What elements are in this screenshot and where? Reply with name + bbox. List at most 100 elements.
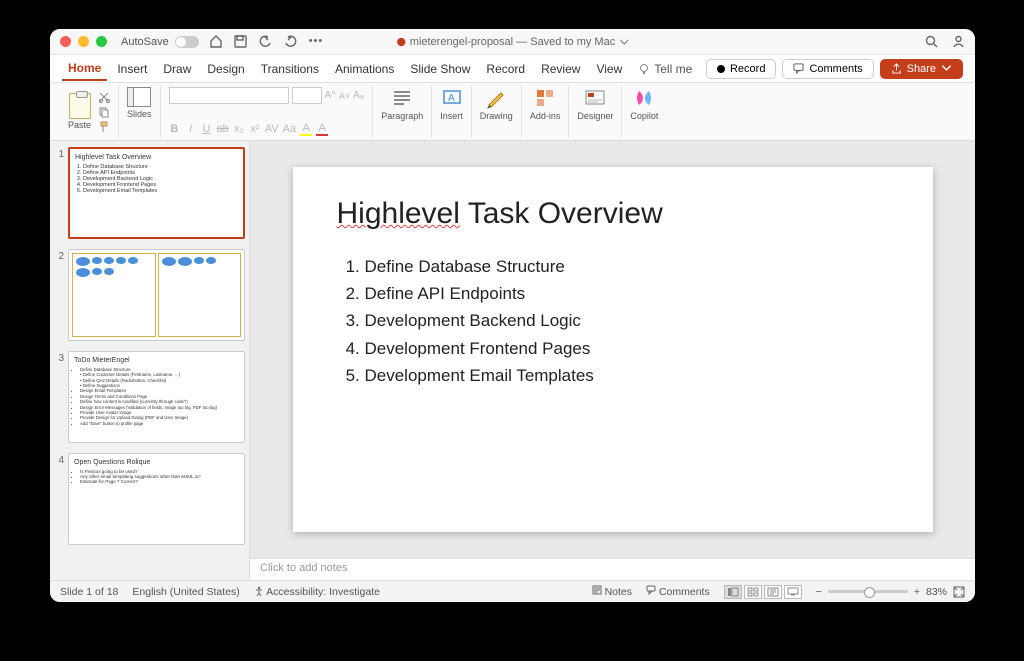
autosave-toggle[interactable]: AutoSave — [121, 36, 199, 48]
reading-view-button[interactable] — [764, 585, 782, 599]
account-icon[interactable] — [952, 35, 965, 48]
tab-slideshow[interactable]: Slide Show — [404, 58, 476, 80]
subscript-button[interactable]: x₂ — [233, 123, 245, 135]
sorter-view-button[interactable] — [744, 585, 762, 599]
paragraph-button[interactable]: Paragraph — [381, 87, 423, 121]
save-icon[interactable] — [234, 35, 247, 48]
thumb-1[interactable]: 1 Highlevel Task Overview Define Databas… — [54, 147, 245, 239]
thumb-slide[interactable]: Open Questions Rolique Is Flexbox going … — [68, 453, 245, 545]
redo-icon[interactable] — [284, 35, 297, 48]
tab-design[interactable]: Design — [201, 58, 250, 80]
list-item[interactable]: Development Backend Logic — [365, 307, 889, 334]
decrease-font-icon[interactable]: A˅ — [339, 91, 350, 101]
chevron-down-icon — [619, 37, 629, 47]
tab-review[interactable]: Review — [535, 58, 586, 80]
paste-button[interactable]: Paste — [68, 93, 91, 130]
slide-body-list[interactable]: Define Database Structure Define API End… — [365, 253, 889, 389]
font-color-button[interactable]: A — [316, 122, 328, 136]
minimize-window-button[interactable] — [78, 36, 89, 47]
list-item[interactable]: Define API Endpoints — [365, 280, 889, 307]
status-slide-number[interactable]: Slide 1 of 18 — [60, 586, 118, 598]
designer-button[interactable]: Designer — [577, 87, 613, 121]
slide-title[interactable]: Highlevel Task Overview — [337, 197, 889, 231]
thumb-slide[interactable]: ToDo MieterEngel Define Database Structu… — [68, 351, 245, 443]
copy-icon[interactable] — [98, 106, 110, 118]
superscript-button[interactable]: x² — [249, 123, 261, 135]
insert-shapes-button[interactable]: A Insert — [440, 87, 463, 121]
zoom-in-button[interactable]: + — [914, 586, 920, 598]
search-icon[interactable] — [925, 35, 938, 48]
slideshow-view-button[interactable] — [784, 585, 802, 599]
home-icon[interactable] — [209, 35, 222, 48]
comments-button[interactable]: Comments — [782, 59, 873, 79]
change-case-button[interactable]: Aa — [283, 123, 296, 135]
autosave-switch[interactable] — [175, 36, 199, 48]
format-painter-icon[interactable] — [98, 121, 110, 133]
font-family-select[interactable] — [169, 87, 289, 104]
thumb-2[interactable]: 2 — [54, 249, 245, 341]
bulb-icon — [638, 63, 650, 75]
tab-transitions[interactable]: Transitions — [255, 58, 325, 80]
tab-home[interactable]: Home — [62, 57, 107, 81]
thumb-slide[interactable] — [68, 249, 245, 341]
slide-canvas[interactable]: Highlevel Task Overview Define Database … — [293, 167, 933, 532]
list-item[interactable]: Development Email Templates — [365, 362, 889, 389]
thumb-4[interactable]: 4 Open Questions Rolique Is Flexbox goin… — [54, 453, 245, 545]
increase-font-icon[interactable]: A^ — [325, 90, 336, 101]
highlight-color-button[interactable]: A — [300, 122, 312, 136]
clear-format-icon[interactable]: Aᵩ — [353, 90, 364, 101]
list-item[interactable]: Development Frontend Pages — [365, 335, 889, 362]
slide-panel[interactable]: 1 Highlevel Task Overview Define Databas… — [50, 141, 250, 580]
zoom-out-button[interactable]: − — [816, 586, 822, 598]
underline-button[interactable]: U — [201, 123, 213, 135]
status-accessibility[interactable]: Accessibility: Investigate — [254, 586, 380, 598]
group-slides: Slides — [119, 85, 161, 138]
fit-window-icon[interactable] — [953, 586, 965, 598]
addins-button[interactable]: Add-ins — [530, 87, 561, 121]
copilot-button[interactable]: Copilot — [630, 87, 658, 121]
tab-record[interactable]: Record — [480, 58, 531, 80]
slide-icon — [127, 87, 151, 107]
share-button[interactable]: Share — [880, 59, 963, 79]
app-window: AutoSave ••• mieterengel-proposal — Save… — [50, 29, 975, 602]
notes-icon — [592, 585, 602, 595]
record-dot-icon — [717, 65, 725, 73]
cut-icon[interactable] — [98, 91, 110, 103]
record-button[interactable]: Record — [706, 59, 776, 79]
undo-icon[interactable] — [259, 35, 272, 48]
titlebar: AutoSave ••• mieterengel-proposal — Save… — [50, 29, 975, 55]
more-icon[interactable]: ••• — [309, 35, 324, 48]
fullscreen-window-button[interactable] — [96, 36, 107, 47]
notes-pane[interactable]: Click to add notes — [250, 558, 975, 580]
status-comments-button[interactable]: Comments — [646, 585, 710, 598]
status-accessibility-label: Accessibility: Investigate — [266, 586, 380, 598]
bold-button[interactable]: B — [169, 123, 181, 135]
tab-insert[interactable]: Insert — [111, 58, 153, 80]
slide-title-rest: Task Overview — [460, 197, 663, 230]
copilot-icon — [633, 87, 655, 109]
tell-me[interactable]: Tell me — [638, 62, 692, 76]
drawing-button[interactable]: Drawing — [480, 87, 513, 121]
italic-button[interactable]: I — [185, 123, 197, 135]
zoom-percent[interactable]: 83% — [926, 586, 947, 598]
new-slide-button[interactable]: Slides — [127, 87, 152, 119]
status-language[interactable]: English (United States) — [132, 586, 239, 598]
tab-draw[interactable]: Draw — [157, 58, 197, 80]
document-title[interactable]: mieterengel-proposal — Saved to my Mac — [396, 36, 629, 48]
thumb-slide[interactable]: Highlevel Task Overview Define Database … — [68, 147, 245, 239]
zoom-slider[interactable] — [828, 590, 908, 593]
char-spacing-button[interactable]: AV — [265, 123, 279, 135]
addins-label: Add-ins — [530, 111, 561, 121]
thumb-3[interactable]: 3 ToDo MieterEngel Define Database Struc… — [54, 351, 245, 443]
tab-animations[interactable]: Animations — [329, 58, 400, 80]
status-notes-button[interactable]: Notes — [592, 585, 632, 598]
group-addins: Add-ins — [522, 85, 570, 138]
list-item[interactable]: Define Database Structure — [365, 253, 889, 280]
slide-canvas-wrap[interactable]: Highlevel Task Overview Define Database … — [250, 141, 975, 558]
tab-view[interactable]: View — [590, 58, 628, 80]
normal-view-button[interactable] — [724, 585, 742, 599]
paste-label: Paste — [68, 120, 91, 130]
font-size-select[interactable] — [292, 87, 322, 104]
strike-button[interactable]: ab — [217, 123, 229, 135]
close-window-button[interactable] — [60, 36, 71, 47]
